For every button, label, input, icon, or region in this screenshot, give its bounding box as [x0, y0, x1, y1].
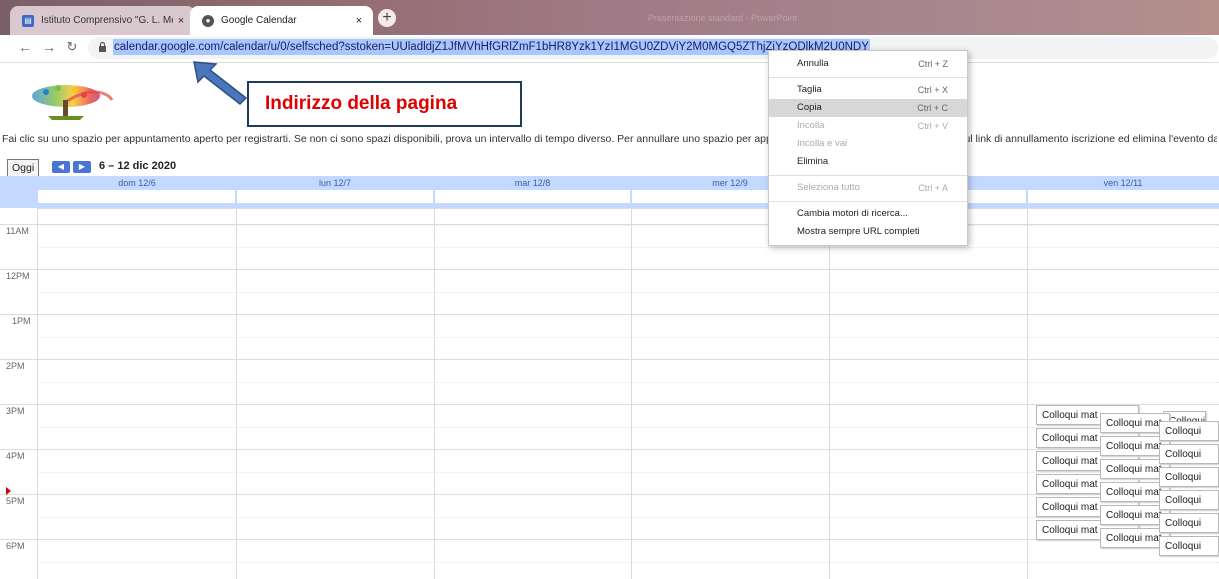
grid-line — [0, 359, 1219, 360]
all-day-cell[interactable] — [38, 190, 235, 203]
context-menu: Annulla Ctrl + Z Taglia Ctrl + X Copia Ctrl… — [768, 50, 968, 246]
reload-icon[interactable]: ↻ — [63, 39, 81, 55]
grid-line — [38, 382, 1219, 383]
menu-item-paste-and-go[interactable]: Incolla e vai — [769, 135, 967, 153]
tab-title: Google Calendar — [221, 15, 297, 26]
grid-line — [38, 292, 1219, 293]
grid-line — [0, 494, 1219, 495]
grid-line — [38, 225, 1219, 226]
menu-item-copy[interactable]: Copia Ctrl + C — [769, 99, 967, 117]
grid-line — [38, 208, 1219, 209]
menu-separator — [769, 77, 967, 78]
time-label: 3PM — [6, 406, 25, 416]
site-favicon-icon: ▤ — [22, 14, 34, 27]
grid-line — [0, 224, 1219, 225]
tab-google-calendar[interactable]: ● Google Calendar × — [190, 6, 373, 35]
tab-title: Istituto Comprensivo "G. L. Mez — [41, 15, 173, 26]
url-text-selected[interactable]: calendar.google.com/calendar/u/0/selfsch… — [113, 39, 870, 55]
date-range-title: 6 – 12 dic 2020 — [99, 160, 177, 172]
lock-icon[interactable] — [98, 41, 107, 55]
appointment-slot[interactable]: Colloqui — [1159, 444, 1219, 464]
grid-line — [38, 562, 1219, 563]
grid-line — [38, 247, 1219, 248]
annotation-callout: Indirizzo della pagina — [247, 81, 522, 127]
time-label: 12PM — [6, 271, 30, 281]
menu-item-select-all[interactable]: Seleziona tutto Ctrl + A — [769, 179, 967, 197]
instructions-text: Fai clic su uno spazio per appuntamento … — [2, 133, 1217, 145]
appointment-slot[interactable]: Colloqui — [1159, 513, 1219, 533]
menu-item-delete[interactable]: Elimina — [769, 153, 967, 171]
all-day-cell[interactable] — [435, 190, 630, 203]
grid-line — [0, 449, 1219, 450]
close-tab-icon[interactable]: × — [173, 15, 189, 27]
menu-item-change-search-engines[interactable]: Cambia motori di ricerca... — [769, 205, 967, 223]
background-window-title: Presentazione standard - PowerPoint — [648, 13, 798, 23]
time-label: 11AM — [6, 226, 29, 236]
day-header-tue: mar 12/8 — [514, 178, 551, 188]
grid-line — [0, 269, 1219, 270]
annotation-arrow-icon — [193, 61, 248, 105]
menu-item-undo[interactable]: Annulla Ctrl + Z — [769, 55, 967, 73]
back-arrow-icon[interactable]: ← — [16, 39, 34, 55]
grid-line — [236, 208, 237, 579]
time-label: 4PM — [6, 451, 25, 461]
day-header-sun: dom 12/6 — [118, 178, 156, 188]
previous-week-button[interactable]: ◀ — [52, 161, 70, 173]
time-label: 5PM — [6, 496, 25, 506]
grid-line — [1027, 208, 1028, 579]
menu-item-paste[interactable]: Incolla Ctrl + V — [769, 117, 967, 135]
menu-separator — [769, 201, 967, 202]
appointment-slot[interactable]: Colloqui — [1159, 490, 1219, 510]
close-tab-icon[interactable]: × — [351, 15, 367, 27]
grid-line — [38, 337, 1219, 338]
grid-line — [37, 208, 38, 579]
appointment-slot[interactable]: Colloqui — [1159, 421, 1219, 441]
day-header-mon: lun 12/7 — [318, 178, 352, 188]
today-button[interactable]: Oggi — [7, 159, 40, 177]
globe-icon: ● — [202, 14, 214, 27]
time-label: 2PM — [6, 361, 25, 371]
appointment-slot[interactable]: Colloqui — [1159, 467, 1219, 487]
next-week-button[interactable]: ▶ — [73, 161, 91, 173]
time-label: 6PM — [6, 541, 25, 551]
all-day-cell[interactable] — [237, 190, 433, 203]
grid-line — [38, 517, 1219, 518]
forward-arrow-icon[interactable]: → — [40, 39, 58, 55]
menu-item-cut[interactable]: Taglia Ctrl + X — [769, 81, 967, 99]
grid-line — [0, 314, 1219, 315]
grid-line — [631, 208, 632, 579]
menu-separator — [769, 175, 967, 176]
day-header-fri: ven 12/11 — [1103, 178, 1143, 188]
grid-line — [434, 208, 435, 579]
school-logo — [26, 82, 114, 124]
current-time-marker — [6, 487, 11, 495]
appointment-slot[interactable]: Colloqui — [1159, 536, 1219, 556]
new-tab-button[interactable]: + — [378, 9, 396, 27]
all-day-cell[interactable] — [1028, 190, 1219, 203]
grid-line — [829, 208, 830, 579]
grid-line — [38, 472, 1219, 473]
menu-item-always-show-full-urls[interactable]: Mostra sempre URL completi — [769, 223, 967, 241]
tab-istituto[interactable]: ▤ Istituto Comprensivo "G. L. Mez × — [10, 6, 195, 35]
time-label: 1PM — [12, 316, 31, 326]
